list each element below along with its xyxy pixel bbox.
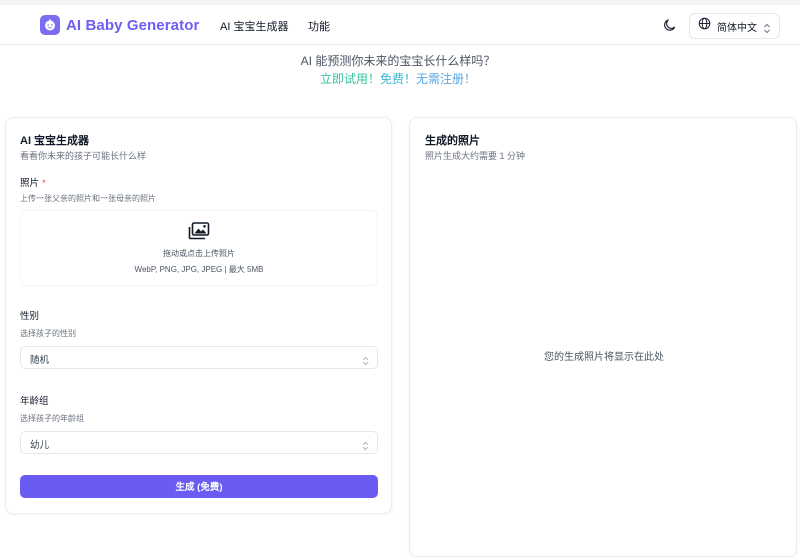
chevron-updown-icon <box>362 353 369 371</box>
brand-name: AI Baby Generator <box>66 16 200 34</box>
age-label: 年龄组 <box>20 396 49 407</box>
header: AI Baby Generator AI 宝宝生成器 功能 简体中文 <box>0 5 800 45</box>
age-select[interactable]: 幼儿 <box>20 431 378 454</box>
dropzone-text: 拖动或点击上传照片 <box>163 249 235 258</box>
generate-button[interactable]: 生成 (免费) <box>20 475 378 498</box>
brand[interactable]: AI Baby Generator <box>40 14 199 36</box>
age-hint: 选择孩子的年龄组 <box>20 414 84 423</box>
chevron-updown-icon <box>362 438 369 456</box>
result-title: 生成的照片 <box>425 135 480 147</box>
photo-dropzone[interactable]: 拖动或点击上传照片 WebP, PNG, JPG, JPEG | 最大 5MB <box>20 210 378 286</box>
chevron-updown-icon <box>763 21 771 39</box>
age-value: 幼儿 <box>30 440 50 451</box>
result-placeholder: 您的生成照片将显示在此处 <box>544 352 664 363</box>
hero-cta: 立即试用！免费！无需注册！ <box>0 70 796 87</box>
dropzone-formats: WebP, PNG, JPG, JPEG | 最大 5MB <box>134 265 264 274</box>
cta-try-now: 立即试用！ <box>319 72 380 86</box>
required-asterisk: * <box>42 178 46 189</box>
language-select[interactable]: 简体中文 <box>689 13 780 39</box>
photo-label-text: 照片 <box>20 178 40 189</box>
globe-icon <box>698 17 711 35</box>
result-subtitle: 照片生成大约需要 1 分钟 <box>425 151 526 161</box>
hero-question: AI 能预测你未来的宝宝长什么样吗？ <box>300 54 496 68</box>
result-card: 生成的照片 照片生成大约需要 1 分钟 您的生成照片将显示在此处 <box>409 117 797 557</box>
photo-label: 照片 * <box>20 175 46 189</box>
photo-hint: 上传一张父亲的照片和一张母亲的照片 <box>20 194 156 203</box>
baby-face-icon <box>40 15 60 35</box>
gender-hint: 选择孩子的性别 <box>20 329 76 338</box>
moon-icon[interactable] <box>662 17 678 33</box>
gender-select[interactable]: 随机 <box>20 346 378 369</box>
generator-subtitle: 看看你未来的孩子可能长什么样 <box>20 151 147 161</box>
generator-card: AI 宝宝生成器 看看你未来的孩子可能长什么样 照片 * 上传一张父亲的照片和一张… <box>5 117 392 514</box>
nav-features[interactable]: 功能 <box>308 18 330 34</box>
gender-value: 随机 <box>30 355 50 366</box>
cta-no-registration: 无需注册！ <box>416 72 477 86</box>
language-label: 简体中文 <box>717 22 757 34</box>
images-icon <box>188 222 210 245</box>
gender-label: 性别 <box>20 311 40 322</box>
cta-free: 免费！ <box>379 72 416 86</box>
nav-ai-baby-generator[interactable]: AI 宝宝生成器 <box>220 18 288 34</box>
generator-title: AI 宝宝生成器 <box>20 135 90 147</box>
